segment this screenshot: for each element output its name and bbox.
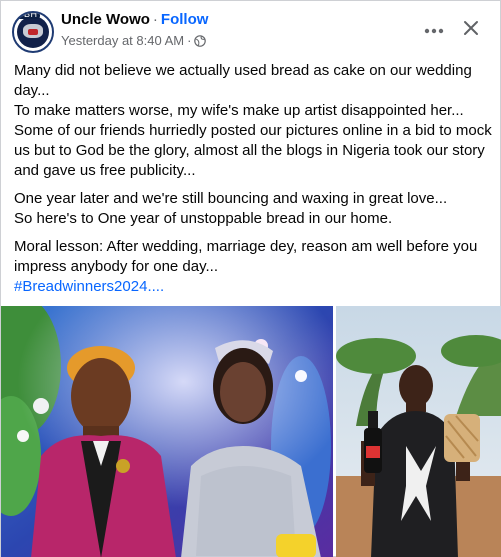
follow-button[interactable]: Follow [161,11,209,28]
hashtag-suffix: .... [147,278,165,295]
post-paragraph: Many did not believe we actually used br… [14,61,492,181]
post-meta: Yesterday at 8:40 AM · [61,33,207,48]
globe-icon [194,34,207,47]
paragraph-3: One year later and we're still bouncing … [14,190,448,207]
post-paragraph: One year later and we're still bouncing … [14,189,492,229]
post-text: Many did not believe we actually used br… [14,61,492,305]
avatar-badge: TBH [16,11,40,19]
paragraph-2: To make matters worse, my wife's make up… [14,102,492,179]
name-separator: · [152,11,158,28]
author-row: Uncle Wowo · Follow [61,11,208,28]
close-button[interactable] [456,15,486,45]
wedding-photo[interactable] [1,306,333,557]
wedding-photo-illustration [1,306,333,557]
man-with-bread-illustration [336,306,501,557]
facebook-post-card: TBH Uncle Wowo · Follow Yesterday at 8:40 … [0,0,501,557]
post-timestamp[interactable]: Yesterday at 8:40 AM [61,33,184,48]
more-options-button[interactable] [419,15,449,45]
post-header: TBH Uncle Wowo · Follow Yesterday at 8:40 … [1,1,501,59]
paragraph-5: Moral lesson: After wedding, marriage de… [14,238,478,275]
author-name[interactable]: Uncle Wowo [61,11,150,28]
meta-separator: · [187,33,192,48]
avatar-accent [28,29,38,35]
post-paragraph: Moral lesson: After wedding, marriage de… [14,237,492,297]
author-avatar[interactable]: TBH [12,11,54,53]
paragraph-1: Many did not believe we actually used br… [14,62,472,99]
hashtag-link[interactable]: #Breadwinners2024 [14,278,147,295]
close-icon [463,20,479,41]
man-with-bread-photo[interactable] [336,306,501,557]
more-options-icon [424,21,444,39]
paragraph-4: So here's to One year of unstoppable bre… [14,210,393,227]
